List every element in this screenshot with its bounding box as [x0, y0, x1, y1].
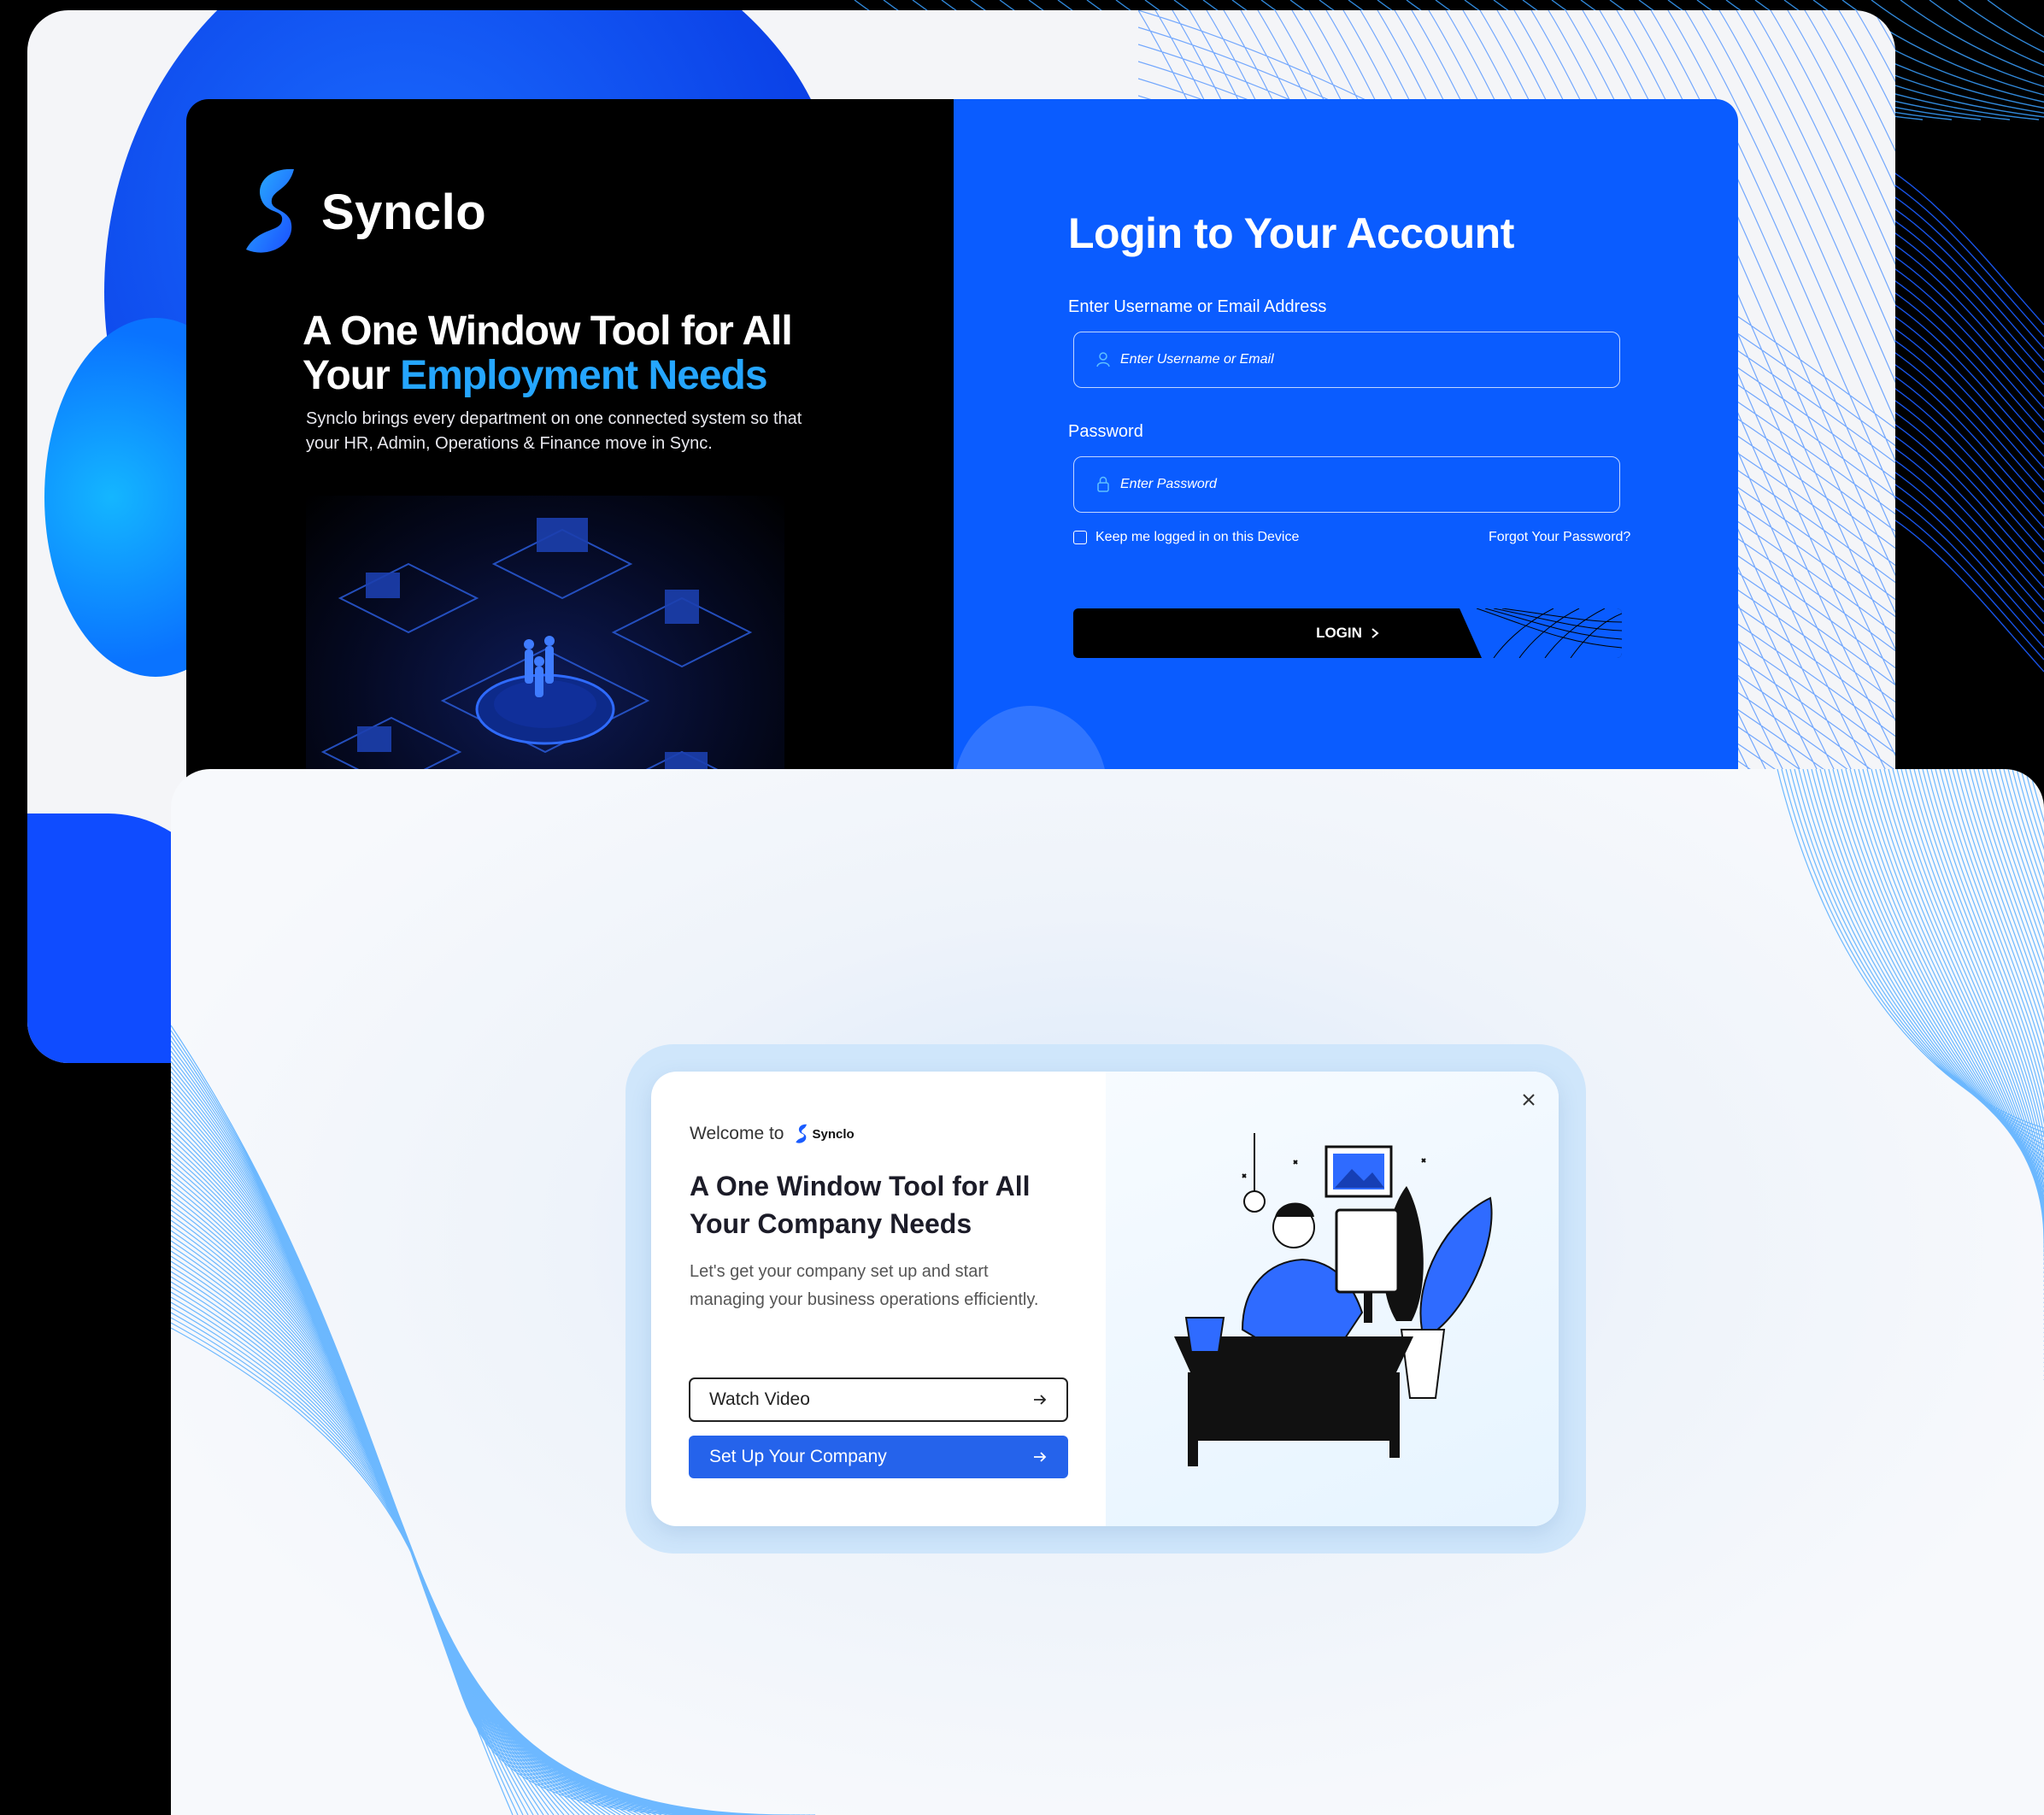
welcome-modal: Welcome to Synclo A One Window Tool for …	[651, 1072, 1559, 1526]
setup-company-button[interactable]: Set Up Your Company	[689, 1436, 1068, 1478]
forgot-password-link[interactable]: Forgot Your Password?	[1489, 530, 1630, 545]
synclo-logo-icon	[795, 1124, 807, 1143]
login-button-label: LOGIN	[1316, 625, 1362, 641]
username-field[interactable]: Enter Username or Email	[1073, 332, 1620, 388]
hero-description: Synclo brings every department on one co…	[306, 409, 802, 453]
person-at-desk-illustration	[1174, 1133, 1493, 1466]
arrow-right-icon	[1034, 1452, 1047, 1462]
username-placeholder: Enter Username or Email	[1120, 352, 1274, 367]
welcome-modal-illustration-panel	[1106, 1072, 1559, 1526]
chevron-right-icon	[1371, 628, 1379, 638]
remember-label: Keep me logged in on this Device	[1095, 530, 1300, 544]
login-button[interactable]: LOGIN	[1073, 608, 1622, 658]
mini-brand-logo: Synclo	[795, 1123, 855, 1145]
login-title: Login to Your Account	[1068, 209, 1514, 257]
remember-me: Keep me logged in on this Device	[1073, 530, 1299, 545]
hero-heading: A One Window Tool for All Your Employmen…	[302, 309, 832, 398]
hero-heading-line1: A One Window Tool for All	[302, 308, 793, 354]
mini-brand-name: Synclo	[812, 1126, 855, 1142]
welcome-showcase-card: Welcome to Synclo A One Window Tool for …	[171, 769, 2044, 1815]
username-label: Enter Username or Email Address	[1068, 297, 1327, 316]
password-label: Password	[1068, 422, 1143, 441]
synclo-logo-icon	[246, 168, 294, 253]
brand-logo[interactable]: Synclo	[241, 164, 486, 260]
welcome-line: Welcome to Synclo	[690, 1123, 855, 1145]
welcome-title: A One Window Tool for All Your Company N…	[690, 1171, 1031, 1239]
setup-company-label: Set Up Your Company	[709, 1447, 887, 1466]
button-mesh-decoration	[1460, 608, 1622, 658]
password-placeholder: Enter Password	[1120, 477, 1217, 491]
welcome-description: Let's get your company set up and start …	[690, 1262, 1039, 1309]
close-button[interactable]	[1516, 1087, 1542, 1113]
password-field[interactable]: Enter Password	[1073, 456, 1620, 513]
welcome-modal-content: Welcome to Synclo A One Window Tool for …	[651, 1072, 1106, 1526]
watch-video-label: Watch Video	[709, 1389, 810, 1409]
welcome-prefix: Welcome to	[690, 1124, 784, 1143]
remember-checkbox[interactable]	[1073, 531, 1087, 544]
user-icon	[1096, 352, 1110, 367]
brand-name: Synclo	[321, 184, 487, 240]
arrow-right-icon	[1034, 1395, 1047, 1405]
hero-heading-prefix: Your	[302, 353, 401, 398]
close-icon	[1523, 1094, 1535, 1106]
lock-icon	[1097, 476, 1109, 492]
watch-video-button[interactable]: Watch Video	[689, 1377, 1068, 1422]
hero-heading-accent: Employment Needs	[400, 353, 767, 398]
